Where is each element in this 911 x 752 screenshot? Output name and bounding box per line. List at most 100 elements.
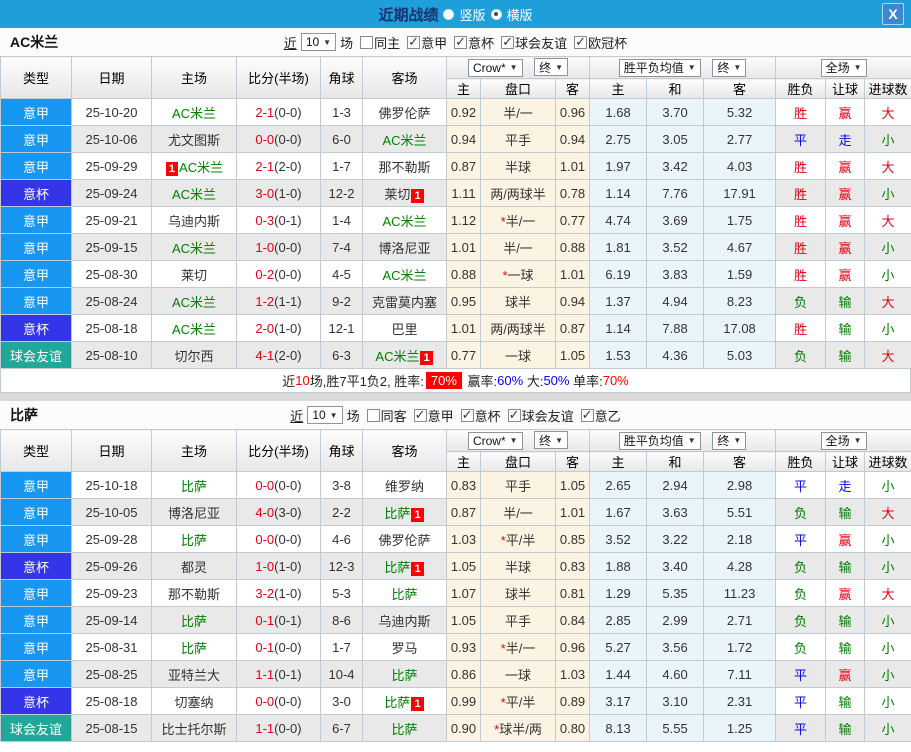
result-wdl: 负 <box>775 606 827 634</box>
result-scope-select[interactable]: 全场 ▼ <box>820 431 867 450</box>
league-checkbox-ucl[interactable] <box>574 34 588 50</box>
match-date: 25-08-18 <box>71 314 152 342</box>
result-wdl: 负 <box>775 341 827 369</box>
league-type-cell: 意甲 <box>0 633 72 661</box>
result-wdl: 平 <box>775 471 827 499</box>
home-team-name: AC米兰 <box>171 321 217 337</box>
table-row: 意杯 25-08-18 AC米兰 2-0(1-0) 12-1 巴里 1.01 两… <box>0 314 911 342</box>
home-team-cell: AC米兰 <box>151 287 237 315</box>
handicap-rate-label: 赢率: <box>467 374 498 389</box>
away-team-cell: 比萨 1 <box>362 552 447 580</box>
avg-home-odds: 1.68 <box>589 98 648 126</box>
table-row: 意甲 25-10-06 尤文图斯 0-0(0-0) 6-0 AC米兰 0.94 … <box>0 125 911 153</box>
match-date: 25-08-15 <box>71 714 152 742</box>
handicap-cell: *一球 <box>480 260 556 288</box>
avg-draw-odds: 4.60 <box>646 660 705 688</box>
home-team-cell: 比士托尔斯 <box>151 714 237 742</box>
match-count-select[interactable]: 10 ▼ <box>300 33 337 51</box>
away-red-card-badge: 1 <box>411 696 424 711</box>
half-time-score: (0-0) <box>274 639 302 655</box>
table-row: 意杯 25-08-18 切塞纳 0-0(0-0) 3-0 比萨 1 0.99 *平… <box>0 687 911 715</box>
half-time-score: (0-0) <box>274 131 302 147</box>
home-team-name: 乌迪内斯 <box>167 213 220 229</box>
home-team-name: 都灵 <box>180 559 207 575</box>
away-odds: 1.05 <box>554 341 591 369</box>
odds-source-select[interactable]: Crow* ▼ <box>467 431 523 450</box>
result-wdl: 平 <box>775 660 827 688</box>
handicap-cell: 半球 <box>480 152 556 180</box>
league-checkbox-friendly[interactable] <box>501 34 515 50</box>
handicap-cell: *半/一 <box>480 206 556 234</box>
full-time-score: 1-0 <box>255 558 275 574</box>
avg-source-select[interactable]: 胜平负均值 ▼ <box>618 431 701 450</box>
avg-final-select[interactable]: 终 ▼ <box>712 58 747 77</box>
league-label: 球会友谊 <box>515 35 568 51</box>
away-team-cell: AC米兰 <box>362 125 447 153</box>
result-handicap: 赢 <box>825 260 866 288</box>
home-team-name: 切尔西 <box>174 348 214 364</box>
away-odds: 1.03 <box>554 660 591 688</box>
result-goals: 小 <box>864 660 911 688</box>
handicap-value: 两/两球半 <box>490 321 546 337</box>
table-row: 意杯 25-09-24 AC米兰 3-0(1-0) 12-2 莱切 1 1.11 … <box>0 179 911 207</box>
away-team-cell: AC米兰 <box>362 206 447 234</box>
away-team-name: AC米兰 <box>382 213 427 229</box>
away-team-name: AC米兰 <box>382 267 427 283</box>
avg-home-odds: 2.75 <box>589 125 648 153</box>
odds-final-select[interactable]: 终 ▼ <box>534 431 569 450</box>
avg-final-select[interactable]: 终 ▼ <box>712 431 747 450</box>
handicap-cell: 半球 <box>480 552 556 580</box>
layout-radio-vertical[interactable] <box>443 8 455 20</box>
odds-final-select[interactable]: 终 ▼ <box>534 58 569 77</box>
score-cell: 2-1(0-0) <box>236 98 321 126</box>
table-row: 意甲 25-08-30 莱切 0-2(0-0) 4-5 AC米兰 0.88 *一… <box>0 260 911 288</box>
league-checkbox-seriea[interactable] <box>413 407 427 423</box>
handicap-value: 平手 <box>504 478 531 494</box>
summary-prefix: 近 <box>282 374 296 389</box>
win-rate-badge: 70% <box>425 372 462 389</box>
same-venue-checkbox[interactable] <box>366 408 380 422</box>
layout-radio-horizontal[interactable] <box>490 8 502 20</box>
league-checkbox-friendly[interactable] <box>507 407 521 423</box>
avg-away-odds: 1.59 <box>703 260 777 288</box>
chevron-down-icon: ▼ <box>555 435 564 445</box>
league-checkbox-serieb[interactable] <box>580 407 594 423</box>
corner-count: 12-2 <box>320 179 363 207</box>
match-count-select[interactable]: 10 ▼ <box>307 406 343 424</box>
league-type-cell: 意甲 <box>0 98 72 126</box>
recent-link[interactable]: 近 <box>284 33 297 52</box>
close-icon[interactable]: X <box>882 3 904 25</box>
recent-link[interactable]: 近 <box>290 406 303 425</box>
home-odds: 1.03 <box>446 525 481 553</box>
result-wdl: 胜 <box>775 233 827 261</box>
league-label: 意甲 <box>427 408 454 424</box>
home-team-cell: 莱切 <box>151 260 237 288</box>
avg-source-select[interactable]: 胜平负均值 ▼ <box>618 58 701 77</box>
match-date: 25-10-05 <box>71 498 152 526</box>
home-odds: 1.01 <box>446 314 481 342</box>
sub-header-odds-away: 客 <box>554 78 591 99</box>
league-checkbox-seriea[interactable] <box>407 34 421 50</box>
team-section-pisa: 比萨 近 10▼ 场 同客 意甲 意杯 球会友谊 意乙 类型 日期 主场 比分(… <box>0 401 911 742</box>
same-venue-checkbox[interactable] <box>360 35 374 49</box>
result-handicap: 赢 <box>825 579 866 607</box>
avg-away-odds: 5.32 <box>703 98 777 126</box>
away-team-cell: 佛罗伦萨 <box>362 525 447 553</box>
handicap-cell: 平手 <box>480 125 556 153</box>
handicap-value: 半/一 <box>505 640 536 656</box>
odds-source-select[interactable]: Crow* ▼ <box>467 58 523 77</box>
away-team-cell: 博洛尼亚 <box>362 233 447 261</box>
avg-home-odds: 5.27 <box>589 633 648 661</box>
league-checkbox-coppa[interactable] <box>454 34 468 50</box>
avg-draw-odds: 3.70 <box>646 98 705 126</box>
handicap-cell: 半/一 <box>480 98 556 126</box>
away-team-cell: 乌迪内斯 <box>362 606 447 634</box>
result-goals: 小 <box>864 260 911 288</box>
league-checkbox-coppa[interactable] <box>460 407 474 423</box>
score-cell: 3-0(1-0) <box>236 179 321 207</box>
league-type-cell: 球会友谊 <box>0 341 72 369</box>
handicap-value: 半/一 <box>505 213 536 229</box>
full-time-score: 2-0 <box>255 320 275 336</box>
result-scope-select[interactable]: 全场 ▼ <box>820 58 867 77</box>
result-wdl: 胜 <box>775 152 827 180</box>
